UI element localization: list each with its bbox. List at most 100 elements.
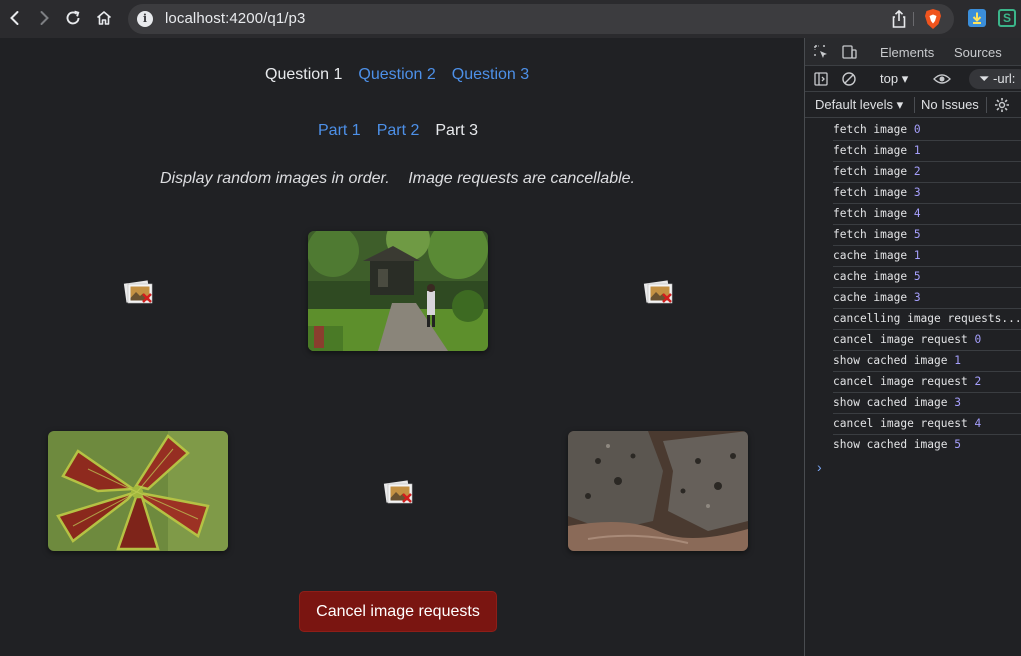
- levels-dropdown[interactable]: Default levels ▾: [815, 97, 903, 113]
- log-text: cancel image request: [833, 333, 968, 346]
- nav-question-2[interactable]: Question 2: [358, 66, 435, 84]
- log-text: fetch image: [833, 207, 908, 220]
- log-row: cancelling image requests...: [833, 309, 1021, 330]
- gear-icon[interactable]: [994, 97, 1010, 113]
- chevron-left-icon[interactable]: [4, 7, 26, 29]
- home-icon[interactable]: [93, 7, 115, 29]
- log-number: 1: [913, 249, 921, 262]
- log-number: 5: [913, 270, 921, 283]
- description-line-1: Display random images in order.: [160, 170, 390, 187]
- log-text: cache image: [833, 270, 908, 283]
- levels-label: Default levels: [815, 97, 894, 112]
- info-icon[interactable]: i: [137, 11, 153, 27]
- log-number: 2: [974, 375, 982, 388]
- log-text: cancelling image requests...: [833, 312, 1021, 325]
- toolbar-divider: [913, 12, 914, 26]
- description: Display random images in order. Image re…: [160, 170, 635, 188]
- log-row: show cached image 1: [833, 351, 1021, 372]
- log-row: cancel image request 0: [833, 330, 1021, 351]
- log-text: fetch image: [833, 186, 908, 199]
- log-row: cache image 5: [833, 267, 1021, 288]
- chevron-right-icon[interactable]: [33, 7, 55, 29]
- image-slot-3: [48, 431, 228, 551]
- image-slot-5: [568, 431, 748, 551]
- log-number: 5: [954, 438, 962, 451]
- url-text[interactable]: localhost:4200/q1/p3: [165, 10, 305, 27]
- address-bar[interactable]: i localhost:4200/q1/p3: [128, 4, 954, 34]
- log-number: 0: [974, 333, 982, 346]
- log-row: cancel image request 2: [833, 372, 1021, 393]
- log-number: 2: [913, 165, 921, 178]
- log-row: cancel image request 4: [833, 414, 1021, 435]
- context-select[interactable]: top ▾: [880, 71, 908, 87]
- browser-toolbar: i localhost:4200/q1/p3 S: [0, 0, 1021, 38]
- share-icon[interactable]: [890, 9, 908, 29]
- log-text: fetch image: [833, 165, 908, 178]
- log-text: fetch image: [833, 228, 908, 241]
- log-text: show cached image: [833, 354, 948, 367]
- log-text: show cached image: [833, 438, 948, 451]
- console-prompt[interactable]: ›: [817, 459, 822, 475]
- log-row: show cached image 3: [833, 393, 1021, 414]
- devtools-panel: Elements Sources top ▾ ⏷ -url: Default l…: [804, 38, 1021, 656]
- log-row: fetch image 1: [833, 141, 1021, 162]
- log-row: cache image 1: [833, 246, 1021, 267]
- log-number: 5: [913, 228, 921, 241]
- log-number: 1: [954, 354, 962, 367]
- broken-image-icon: [643, 280, 673, 304]
- cancel-requests-button[interactable]: Cancel image requests: [299, 591, 497, 632]
- log-text: show cached image: [833, 396, 948, 409]
- nav-question-1[interactable]: Question 1: [265, 66, 342, 84]
- log-row: fetch image 0: [833, 120, 1021, 141]
- image-slot-2: [568, 231, 748, 351]
- log-row: fetch image 4: [833, 204, 1021, 225]
- tab-sources[interactable]: Sources: [954, 45, 1002, 60]
- log-text: cancel image request: [833, 417, 968, 430]
- log-number: 4: [913, 207, 921, 220]
- rocks-image: [568, 431, 748, 551]
- log-row: fetch image 3: [833, 183, 1021, 204]
- console-levels-bar: Default levels ▾ No Issues: [805, 92, 1021, 118]
- question-nav: Question 1 Question 2 Question 3: [265, 66, 529, 84]
- nav-part-2[interactable]: Part 2: [377, 122, 420, 140]
- broken-image-icon: [383, 480, 413, 504]
- issues-button[interactable]: No Issues: [921, 97, 979, 112]
- issues-divider: [986, 97, 987, 113]
- sidebar-toggle-icon[interactable]: [813, 71, 829, 87]
- image-slot-1: [308, 231, 488, 351]
- log-row: fetch image 5: [833, 225, 1021, 246]
- levels-divider: [914, 97, 915, 113]
- s-extension-icon[interactable]: S: [998, 9, 1016, 27]
- download-extension-icon[interactable]: [968, 9, 986, 27]
- image-slot-4: [308, 431, 488, 551]
- log-row: fetch image 2: [833, 162, 1021, 183]
- device-toolbar-icon[interactable]: [841, 44, 857, 60]
- console-toolbar: top ▾ ⏷ -url:: [805, 66, 1021, 92]
- clear-console-icon[interactable]: [841, 71, 857, 87]
- log-number: 0: [913, 123, 921, 136]
- nav-question-3[interactable]: Question 3: [452, 66, 529, 84]
- filter-icon: ⏷: [979, 71, 990, 86]
- part-nav: Part 1 Part 2 Part 3: [318, 122, 478, 140]
- image-slot-0: [48, 231, 228, 351]
- description-line-2: Image requests are cancellable.: [408, 170, 635, 187]
- log-text: cache image: [833, 249, 908, 262]
- console-log-list: fetch image 0 fetch image 1 fetch image …: [805, 120, 1021, 456]
- log-row: cache image 3: [833, 288, 1021, 309]
- filter-text: -url:: [993, 71, 1016, 86]
- console-filter-input[interactable]: ⏷ -url:: [969, 69, 1021, 89]
- garden-path-image: [308, 231, 488, 351]
- reload-icon[interactable]: [62, 7, 84, 29]
- page-viewport: Question 1 Question 2 Question 3 Part 1 …: [0, 38, 804, 656]
- context-label: top: [880, 71, 899, 86]
- eye-icon[interactable]: [933, 71, 951, 87]
- coleus-leaves-image: [48, 431, 228, 551]
- brave-shield-icon[interactable]: [923, 8, 943, 30]
- log-text: fetch image: [833, 123, 908, 136]
- log-number: 3: [913, 186, 921, 199]
- inspect-element-icon[interactable]: [813, 44, 829, 60]
- log-row: show cached image 5: [833, 435, 1021, 456]
- tab-elements[interactable]: Elements: [880, 45, 934, 60]
- nav-part-3[interactable]: Part 3: [435, 122, 478, 140]
- nav-part-1[interactable]: Part 1: [318, 122, 361, 140]
